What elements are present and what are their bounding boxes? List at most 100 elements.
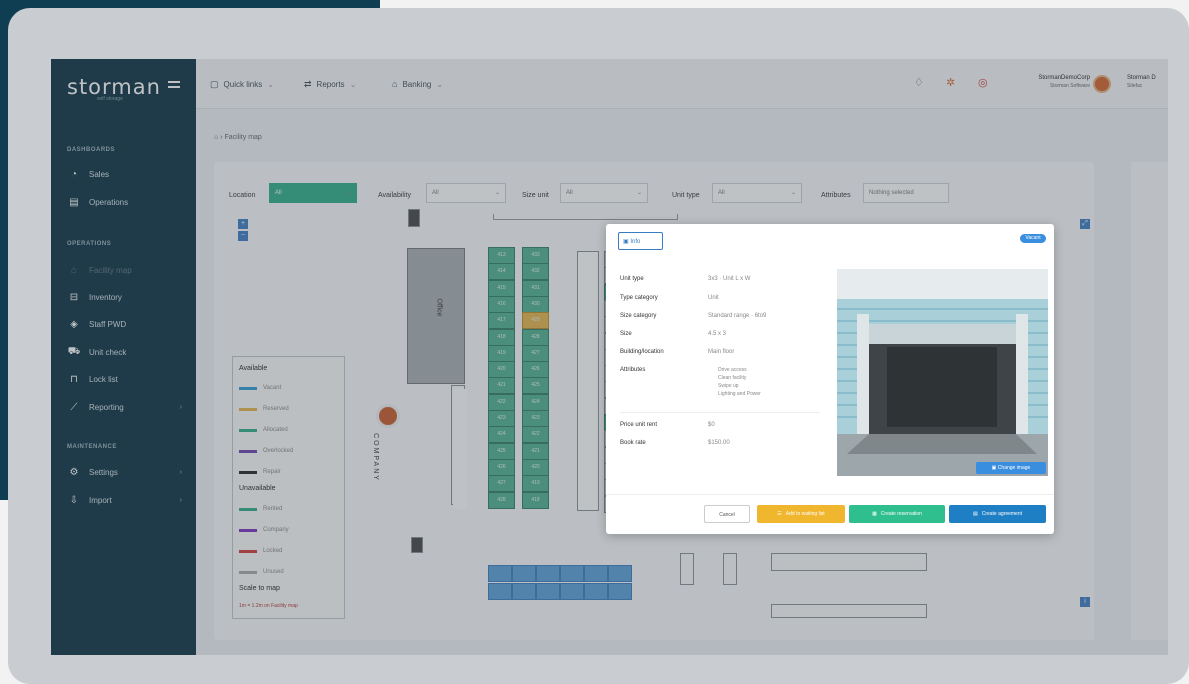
sidebar-item-staff-pwd[interactable]: ◈ Staff PWD <box>67 315 192 333</box>
storage-unit[interactable]: 425 <box>522 377 549 395</box>
storage-unit[interactable]: 422 <box>488 393 515 411</box>
user-name: Storman D <box>1127 75 1156 81</box>
tab-info[interactable]: ▣ Info <box>618 232 663 250</box>
zoom-in-button[interactable]: + <box>238 219 248 229</box>
create-agreement-button[interactable]: ▤ Create agreement <box>949 505 1046 523</box>
size-unit-select[interactable]: All ⌄ <box>560 183 648 203</box>
location-select[interactable]: All ⌄ <box>269 183 357 203</box>
sidebar-item-lock-list[interactable]: ⊓ Lock list <box>67 370 192 388</box>
storage-unit[interactable]: 432 <box>522 263 549 281</box>
storage-unit[interactable] <box>536 583 560 600</box>
sidebar-item-settings[interactable]: ⚙ Settings › <box>67 463 192 481</box>
storage-unit[interactable] <box>584 565 608 582</box>
sidebar-item-inventory[interactable]: ⊟ Inventory <box>67 288 192 306</box>
storage-unit[interactable]: 424 <box>522 393 549 411</box>
legend-item: Rented <box>239 506 282 512</box>
menu-banking[interactable]: ⌂ Banking ⌄ <box>392 79 443 89</box>
unit-type-select[interactable]: All ⌄ <box>712 183 802 203</box>
storage-unit[interactable]: 423 <box>522 410 549 427</box>
sidebar-item-unit-check[interactable]: ⛟ Unit check <box>67 343 192 361</box>
unit-block <box>680 553 694 585</box>
storage-unit[interactable] <box>560 583 584 600</box>
home-icon[interactable]: ⌂ <box>214 134 218 141</box>
building-icon: ▤ <box>69 196 79 208</box>
cancel-button[interactable]: Cancel <box>704 505 750 523</box>
status-badge: Vacant <box>1020 234 1046 243</box>
storage-unit[interactable]: 429 <box>522 312 549 330</box>
sidebar-item-label: Staff PWD <box>89 319 127 329</box>
storage-unit[interactable]: 421 <box>522 442 549 460</box>
storage-unit[interactable]: 422 <box>522 426 549 444</box>
settings-icon[interactable]: ✲ <box>946 76 955 89</box>
sidebar-item-facility-map[interactable]: ⌂ Facility map <box>67 261 192 279</box>
storage-unit[interactable]: 428 <box>488 491 515 509</box>
storage-unit[interactable]: 416 <box>488 295 515 313</box>
storage-unit[interactable]: 428 <box>522 328 549 346</box>
create-reservation-button[interactable]: ▦ Create reservation <box>849 505 945 523</box>
attributes-select[interactable]: Nothing selected <box>863 183 949 203</box>
avatar[interactable] <box>1093 75 1111 93</box>
menu-reports[interactable]: ⇄ Reports ⌄ <box>304 79 356 90</box>
info-button[interactable]: i <box>1080 597 1090 607</box>
breadcrumb[interactable]: ⌂ › Facility map <box>214 134 262 141</box>
storage-unit[interactable]: 430 <box>522 295 549 313</box>
storage-unit[interactable]: 419 <box>522 475 549 493</box>
storage-unit[interactable]: 421 <box>488 377 515 395</box>
storage-unit[interactable]: 413 <box>488 247 515 264</box>
storage-unit[interactable]: 427 <box>522 344 549 362</box>
storage-unit[interactable]: 419 <box>488 344 515 362</box>
map-icon: ⌂ <box>70 264 78 276</box>
storage-unit[interactable]: 420 <box>522 458 549 476</box>
change-image-button[interactable]: ▣ Change image <box>976 462 1046 474</box>
legend-item: Repair <box>239 469 281 475</box>
storage-unit[interactable]: 425 <box>488 442 515 460</box>
attributes-list: Drive access Clean facility Swipe up Lig… <box>718 366 761 398</box>
storage-unit[interactable]: 418 <box>522 491 549 509</box>
storage-unit[interactable]: 418 <box>488 328 515 346</box>
storage-unit[interactable]: 427 <box>488 475 515 493</box>
side-panel <box>1131 162 1168 640</box>
bell-icon[interactable]: ♢ <box>914 76 924 89</box>
storage-unit[interactable] <box>608 565 632 582</box>
list-icon: ☰ <box>777 511 782 517</box>
storage-unit[interactable]: 424 <box>488 426 515 444</box>
detail-row: Unit type 3x3 · Unit L x W <box>620 276 751 282</box>
storage-unit[interactable]: 415 <box>488 279 515 297</box>
storage-unit[interactable]: 426 <box>488 458 515 476</box>
storage-unit[interactable] <box>560 565 584 582</box>
storage-unit[interactable]: 414 <box>488 263 515 281</box>
storage-unit[interactable] <box>584 583 608 600</box>
storage-unit[interactable]: 420 <box>488 361 515 379</box>
sidebar-item-reporting[interactable]: ⟋ Reporting › <box>67 398 192 416</box>
storage-unit[interactable]: 423 <box>488 410 515 427</box>
menu-toggle-icon[interactable] <box>168 81 180 91</box>
availability-select[interactable]: All ⌄ <box>426 183 506 203</box>
office-label: Office <box>435 298 443 317</box>
storage-unit[interactable]: 433 <box>522 247 549 264</box>
storage-unit[interactable] <box>512 583 536 600</box>
chevron-right-icon: › <box>179 496 182 504</box>
user-account-1[interactable]: StormanDemoCorp Storman Software <box>1018 75 1090 89</box>
storage-unit[interactable] <box>608 583 632 600</box>
sidebar-item-operations[interactable]: ▤ Operations <box>67 193 192 211</box>
storage-unit[interactable] <box>536 565 560 582</box>
detail-row: Size category Standard range · 6to9 <box>620 313 767 319</box>
button-label: Add to waiting list <box>785 511 825 517</box>
sidebar-item-import[interactable]: ⇩ Import › <box>67 491 192 509</box>
storage-unit[interactable] <box>488 565 512 582</box>
zoom-out-button[interactable]: − <box>238 231 248 241</box>
user-account-2[interactable]: Storman D Sitefac <box>1127 75 1167 89</box>
user-icon[interactable]: ◎ <box>978 76 988 89</box>
menu-quick-links[interactable]: ▢ Quick links ⌄ <box>210 79 274 90</box>
storage-unit[interactable]: 426 <box>522 361 549 379</box>
sidebar-item-sales[interactable]: ◔ Sales <box>67 165 192 183</box>
storage-unit[interactable] <box>488 583 512 600</box>
stairs-icon <box>408 209 420 227</box>
storage-unit[interactable]: 431 <box>522 279 549 297</box>
fullscreen-button[interactable]: ⤢ <box>1080 219 1090 229</box>
office-area[interactable]: Office <box>407 248 465 384</box>
add-to-waiting-list-button[interactable]: ☰ Add to waiting list <box>757 505 845 523</box>
storage-unit[interactable]: 417 <box>488 312 515 330</box>
company-logo <box>376 404 400 428</box>
storage-unit[interactable] <box>512 565 536 582</box>
